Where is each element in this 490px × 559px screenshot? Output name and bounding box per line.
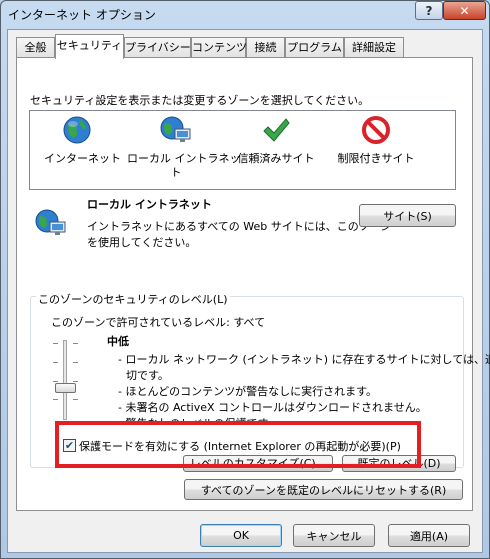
- tab-advanced[interactable]: 詳細設定: [344, 37, 404, 57]
- zone-label-line2: ト: [170, 166, 182, 179]
- security-level-name: 中低: [107, 335, 129, 348]
- slider-tick: [53, 399, 58, 400]
- restricted-icon: [362, 116, 390, 144]
- protected-mode-checkbox[interactable]: ✔: [63, 439, 76, 452]
- tab-connections[interactable]: 接続: [246, 37, 285, 57]
- tab-programs[interactable]: プログラム: [285, 37, 344, 57]
- globe-icon: [63, 116, 91, 144]
- zone-label: インターネット: [44, 152, 121, 165]
- level-desc-line: - ほとんどのコンテンツが警告なしに実行されます。: [118, 385, 378, 398]
- cancel-button[interactable]: キャンセル: [293, 524, 375, 547]
- tab-general[interactable]: 全般: [16, 37, 55, 57]
- selected-zone-icon: [35, 209, 66, 235]
- tab-content[interactable]: コンテンツ: [191, 37, 247, 57]
- tab-privacy[interactable]: プライバシー: [124, 37, 191, 57]
- security-level-slider-thumb[interactable]: [55, 383, 76, 393]
- allowed-levels-text: このゾーンで許可されているレベル: すべて: [51, 316, 266, 329]
- selected-zone-desc-2: を使用してください。: [87, 236, 197, 249]
- selected-zone-desc-1: イントラネットにあるすべての Web サイトには、このゾーン: [87, 220, 392, 233]
- protected-mode-label: 保護モードを有効にする (Internet Explorer の再起動が必要)(…: [79, 440, 401, 453]
- level-desc-line: - ローカル ネットワーク (イントラネット) に存在するサイトに対しては、適: [118, 353, 490, 366]
- zone-item-restricted-sites[interactable]: 制限付きサイト: [336, 113, 416, 173]
- sites-button[interactable]: サイト(S): [359, 204, 456, 227]
- help-icon: ?: [425, 3, 433, 18]
- security-level-description: - ローカル ネットワーク (イントラネット) に存在するサイトに対しては、適 …: [118, 352, 490, 432]
- selected-zone-name: ローカル イントラネット: [87, 198, 212, 211]
- security-level-slider-track[interactable]: [63, 340, 67, 420]
- zone-item-internet[interactable]: インターネット: [44, 113, 121, 173]
- zone-item-local-intranet[interactable]: ローカル イントラネッ ト: [127, 113, 241, 179]
- reset-all-zones-button[interactable]: すべてのゾーンを既定のレベルにリセットする(R): [184, 479, 463, 500]
- slider-tick: [53, 343, 58, 344]
- zone-label: 信頼済みサイト: [237, 152, 315, 165]
- ok-button[interactable]: OK: [200, 524, 282, 547]
- close-button[interactable]: ✕: [443, 1, 486, 20]
- slider-tick: [53, 381, 58, 382]
- help-button[interactable]: ?: [415, 1, 443, 20]
- close-icon: ✕: [459, 3, 470, 18]
- slider-tick: [73, 381, 78, 382]
- level-desc-line: - 未署名の ActiveX コントロールはダウンロードされません。: [118, 401, 427, 414]
- apply-button[interactable]: 適用(A): [388, 524, 470, 547]
- zone-label: 制限付きサイト: [337, 152, 415, 165]
- zone-item-trusted-sites[interactable]: 信頼済みサイト: [237, 113, 315, 173]
- slider-tick: [73, 399, 78, 400]
- slider-tick: [53, 362, 58, 363]
- zone-prompt: セキュリティ設定を表示または変更するゾーンを選択してください。: [30, 94, 370, 107]
- checkmark-icon: [263, 118, 290, 142]
- tab-security[interactable]: セキュリティ: [55, 34, 124, 59]
- slider-tick: [73, 362, 78, 363]
- window-title: インターネット オプション: [8, 8, 156, 22]
- security-level-group-title: このゾーンのセキュリティのレベル(L): [36, 291, 230, 307]
- level-desc-line: 切です。: [126, 369, 169, 382]
- intranet-icon: [160, 116, 191, 142]
- slider-tick: [73, 343, 78, 344]
